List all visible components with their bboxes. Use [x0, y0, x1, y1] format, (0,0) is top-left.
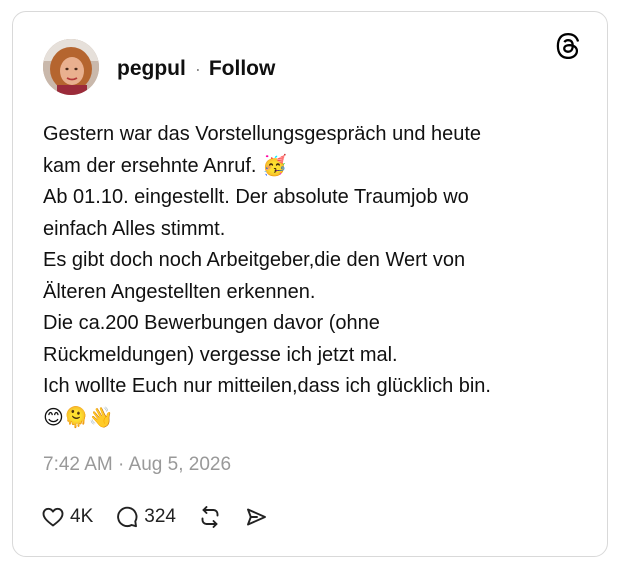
post-text-line: Die ca.200 Bewerbungen davor (ohne [43, 312, 380, 334]
share-button[interactable] [244, 505, 268, 529]
post-text-line: Gestern war das Vorstellungsgespräch und… [43, 123, 482, 145]
repost-icon [201, 506, 219, 528]
post-emoji-line: 😊🫠👋 [43, 406, 114, 429]
post-text-line: Es gibt doch noch Arbeitgeber,die den We… [43, 249, 466, 271]
post-text-line: Älteren Angestellten erkennen. [43, 280, 316, 303]
avatar[interactable] [43, 39, 99, 95]
post-body: Gestern war das Vorstellungsgespräch und… [43, 119, 583, 434]
reply-count: 324 [144, 506, 176, 527]
comment-icon [117, 506, 138, 528]
follow-button[interactable]: Follow [209, 56, 276, 82]
post-text-line: Rückmeldungen) vergesse ich jetzt mal. [43, 343, 398, 366]
post-actions: 4K 324 [41, 502, 290, 532]
repost-button[interactable] [198, 505, 222, 529]
header-separator: · [194, 59, 201, 79]
like-button[interactable]: 4K [41, 505, 93, 529]
post-card: pegpul · Follow Gestern war das Vorstell… [12, 11, 608, 557]
post-text-line: kam der ersehnte Anruf. 🥳 [43, 154, 287, 177]
post-header: pegpul · Follow [117, 56, 275, 82]
reply-button[interactable]: 324 [115, 505, 176, 529]
post-timestamp[interactable]: 7:42 AM · Aug 5, 2026 [43, 452, 231, 478]
author-username[interactable]: pegpul [117, 56, 186, 82]
post-text-line: Ab 01.10. eingestellt. Der absolute Trau… [43, 186, 469, 208]
heart-icon [42, 507, 64, 527]
avatar-image [43, 39, 99, 95]
threads-logo-icon[interactable] [555, 33, 581, 59]
post-text-line: einfach Alles stimmt. [43, 217, 226, 240]
send-icon [247, 508, 266, 526]
like-count: 4K [70, 506, 94, 527]
post-text-line: Ich wollte Euch nur mitteilen,dass ich g… [43, 375, 491, 397]
